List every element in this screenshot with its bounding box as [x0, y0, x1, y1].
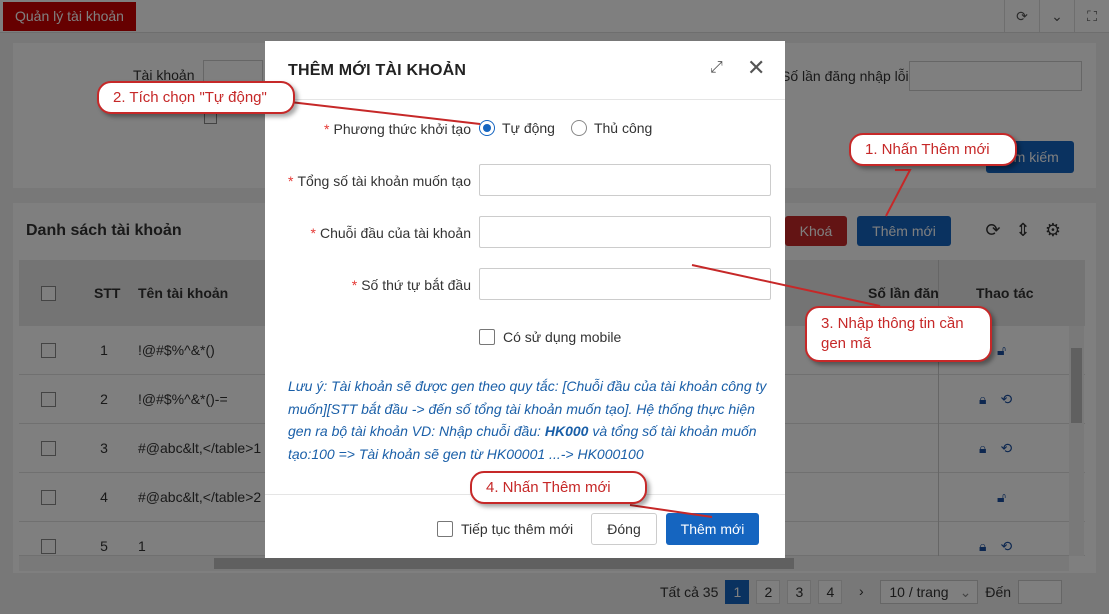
method-label: * Phương thức khởi tạo	[324, 121, 471, 137]
radio-manual[interactable]: Thủ công	[570, 120, 653, 136]
required-mark: *	[351, 277, 358, 293]
continue-label: Tiếp tục thêm mới	[461, 521, 574, 537]
callout-step4: 4. Nhấn Thêm mới	[470, 471, 647, 504]
close-icon[interactable]: ✕	[747, 55, 765, 81]
mobile-label: Có sử dụng mobile	[503, 329, 622, 345]
callout-step2: 2. Tích chọn "Tự động"	[97, 81, 295, 114]
radio-auto-dot[interactable]	[479, 120, 495, 136]
start-label: * Số thứ tự bắt đầu	[351, 277, 471, 293]
required-mark: *	[324, 121, 330, 137]
callout-step3: 3. Nhập thông tin cần gen mã	[805, 306, 992, 362]
method-radio-group: Tự động Thủ công	[479, 120, 652, 136]
radio-auto-label: Tự động	[502, 120, 555, 136]
mobile-option[interactable]: Có sử dụng mobile	[479, 329, 621, 345]
mobile-checkbox[interactable]	[479, 329, 495, 345]
required-mark: *	[287, 173, 294, 189]
continue-option[interactable]: Tiếp tục thêm mới	[437, 521, 573, 537]
submit-button[interactable]: Thêm mới	[666, 513, 759, 545]
radio-auto[interactable]: Tự động	[479, 120, 555, 136]
radio-manual-label: Thủ công	[593, 120, 653, 136]
close-button[interactable]: Đóng	[591, 513, 657, 545]
modal-title: THÊM MỚI TÀI KHOẢN	[288, 62, 467, 79]
modal-header: THÊM MỚI TÀI KHOẢN ⤢ ✕	[265, 41, 785, 100]
radio-manual-dot[interactable]	[570, 120, 587, 136]
callout-step1: 1. Nhấn Thêm mới	[849, 133, 1017, 166]
required-mark: *	[310, 225, 316, 241]
expand-icon[interactable]: ⤢	[710, 59, 723, 77]
continue-checkbox[interactable]	[437, 521, 453, 537]
prefix-label: * Chuỗi đầu của tài khoản	[310, 225, 471, 241]
total-input[interactable]	[479, 164, 771, 196]
prefix-input[interactable]	[479, 216, 771, 248]
start-input[interactable]	[479, 268, 771, 300]
total-label: * Tổng số tài khoản muốn tạo	[287, 173, 471, 189]
rule-note: Lưu ý: Tài khoản sẽ được gen theo quy tắ…	[288, 378, 767, 462]
